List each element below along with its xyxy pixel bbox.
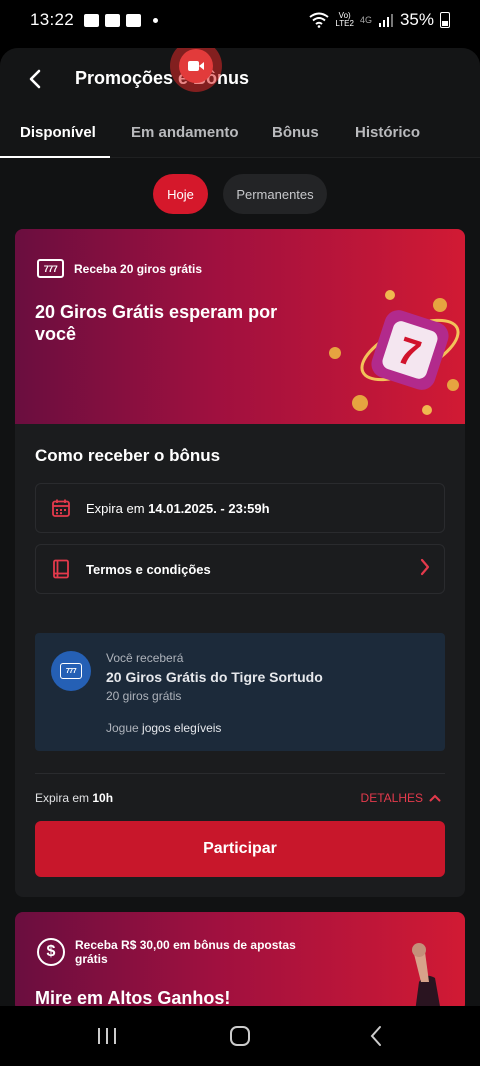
battery-icon <box>440 12 450 28</box>
tab-historico[interactable]: Histórico <box>355 124 420 141</box>
expires-in-value: 10h <box>92 791 114 805</box>
expiry-prefix: Expira em <box>86 500 149 516</box>
wifi-icon <box>309 12 330 28</box>
promo2-headline: Mire em Altos Ganhos! <box>35 988 231 1006</box>
tab-bar: Disponível Em andamento Bônus Histórico <box>0 110 480 158</box>
system-back-icon <box>370 1026 381 1046</box>
header: Promoções e Bônus <box>0 48 480 110</box>
promo-tagline-text: Receba 20 giros grátis <box>74 261 203 276</box>
eligible-games-link[interactable]: jogos elegíveis <box>142 721 221 735</box>
tab-bonus[interactable]: Bônus <box>272 124 319 141</box>
home-icon <box>230 1026 250 1046</box>
back-button[interactable] <box>24 68 46 90</box>
filter-hoje[interactable]: Hoje <box>153 174 208 214</box>
eligible-games-text: Jogue jogos elegíveis <box>106 721 221 735</box>
page-title: Promoções e Bônus <box>75 68 250 88</box>
system-nav-bar <box>0 1006 480 1066</box>
app-screen: Promoções e Bônus Disponível Em andament… <box>0 48 480 1006</box>
calendar-icon <box>50 497 72 519</box>
tab-em-andamento[interactable]: Em andamento <box>131 124 239 141</box>
image-notification-icon <box>126 13 142 27</box>
promo-card-2[interactable]: $ Receba R$ 30,00 em bônus de apostas gr… <box>15 912 465 1006</box>
reward-icon-circle: 777 <box>51 651 91 691</box>
expiry-date: 14.01.2025. - 23:59h <box>148 500 270 516</box>
play-prefix: Jogue <box>106 721 143 735</box>
recent-apps-icon <box>98 1028 116 1044</box>
video-notification-icon-2 <box>105 13 121 27</box>
promo2-tagline-text: Receba R$ 30,00 em bônus de apostas grát… <box>75 938 296 966</box>
battery-percent: 35% <box>399 10 434 29</box>
status-bar: 13:22 Vo) LTE2 4G 35% <box>0 0 480 40</box>
video-notification-icon <box>84 13 100 27</box>
promo-tagline: 777 Receba 20 giros grátis <box>37 259 202 278</box>
tab-disponivel[interactable]: Disponível <box>20 124 96 141</box>
details-toggle[interactable]: DETALHES <box>361 791 441 805</box>
reward-label: Você receberá <box>106 651 184 665</box>
expiry-text: Expira em 14.01.2025. - 23:59h <box>86 501 270 516</box>
how-to-title: Como receber o bônus <box>35 446 221 465</box>
network-type: 4G <box>359 15 372 25</box>
promo-headline: 20 Giros Grátis esperam por você <box>35 302 278 344</box>
recent-apps-button[interactable] <box>92 1024 122 1048</box>
terms-row[interactable]: Termos e condições <box>35 544 445 594</box>
terms-label: Termos e condições <box>86 561 211 577</box>
details-label: DETALHES <box>360 791 423 805</box>
signal-icon <box>378 14 393 27</box>
reward-info-box: 777 Você receberá 20 Giros Grátis do Tig… <box>35 633 445 751</box>
slot-777-icon: 777 <box>37 259 64 278</box>
filter-permanentes[interactable]: Permanentes <box>223 174 327 214</box>
chevron-right-icon <box>420 558 430 581</box>
slot-machine-illustration: 7 <box>329 290 460 415</box>
reward-title: 20 Giros Grátis do Tigre Sortudo <box>106 669 323 685</box>
expires-in-prefix: Expira em <box>35 791 93 805</box>
book-icon <box>50 558 72 580</box>
dollar-icon: $ <box>37 938 65 966</box>
home-button[interactable] <box>225 1024 255 1048</box>
expiry-row: Expira em 14.01.2025. - 23:59h <box>35 483 445 533</box>
promo2-tagline: $ Receba R$ 30,00 em bônus de apostas gr… <box>37 938 317 966</box>
notification-icons <box>84 13 159 27</box>
reward-subtitle: 20 giros grátis <box>106 689 182 703</box>
player-illustration <box>412 943 440 1006</box>
promo-card: 777 Receba 20 giros grátis 20 Giros Grát… <box>15 229 465 897</box>
expires-in: Expira em 10h <box>35 791 113 805</box>
divider <box>35 773 445 774</box>
system-indicators: Vo) LTE2 4G 35% <box>309 10 450 30</box>
chevron-up-icon <box>429 794 441 802</box>
participate-button[interactable]: Participar <box>35 821 445 877</box>
lte-label: LTE2 <box>335 19 354 28</box>
promo-banner: 777 Receba 20 giros grátis 20 Giros Grát… <box>15 229 465 424</box>
volte-indicator: Vo) LTE2 <box>335 12 354 28</box>
system-back-button[interactable] <box>361 1024 391 1048</box>
filter-chips: Hoje Permanentes <box>0 174 480 214</box>
more-notifications-icon <box>153 17 159 23</box>
back-arrow-icon <box>29 69 41 89</box>
clock: 13:22 <box>30 10 75 29</box>
slot-777-icon-small: 777 <box>60 663 82 679</box>
screen-record-icon <box>179 49 213 83</box>
active-tab-indicator <box>0 156 110 158</box>
